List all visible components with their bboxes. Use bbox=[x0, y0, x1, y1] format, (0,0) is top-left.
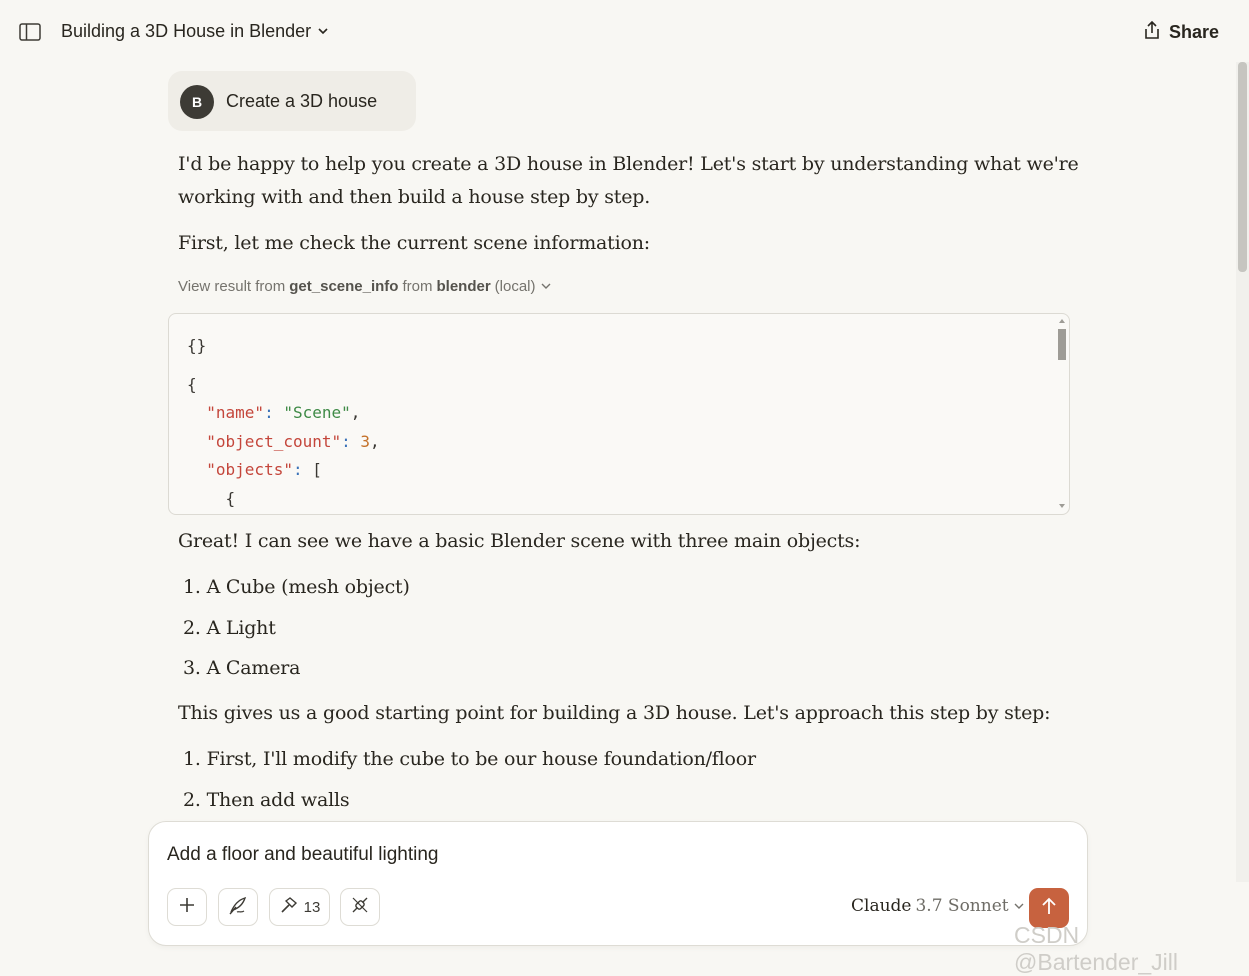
chevron-down-icon bbox=[540, 278, 552, 295]
user-message: B Create a 3D house bbox=[168, 71, 416, 131]
list-item: 2. A Light bbox=[183, 617, 276, 639]
model-version: 3.7 Sonnet bbox=[915, 896, 1009, 916]
assistant-approach-line: This gives us a good starting point for … bbox=[178, 702, 1051, 724]
chat-title: Building a 3D House in Blender bbox=[61, 21, 312, 41]
share-button[interactable]: Share bbox=[1143, 20, 1219, 45]
tool-result-prefix: View result from bbox=[178, 278, 286, 295]
tool-result-toggle[interactable]: View result from get_scene_info from ble… bbox=[178, 278, 552, 295]
code-scrollbar-thumb[interactable] bbox=[1058, 329, 1066, 360]
scroll-up-arrow-icon[interactable] bbox=[1058, 318, 1066, 324]
list-item: 1. A Cube (mesh object) bbox=[183, 576, 410, 598]
hammer-icon bbox=[279, 896, 299, 919]
page-scrollbar-thumb[interactable] bbox=[1238, 62, 1247, 272]
avatar: B bbox=[180, 85, 214, 119]
tool-server: blender bbox=[436, 278, 491, 295]
plug-icon bbox=[350, 895, 370, 920]
chevron-down-icon bbox=[1013, 896, 1025, 916]
top-bar: Building a 3D House in Blender Share bbox=[0, 0, 1249, 62]
page-scrollbar[interactable] bbox=[1236, 62, 1249, 882]
arrow-up-icon bbox=[1041, 897, 1057, 920]
code-scrollbar[interactable] bbox=[1055, 314, 1069, 514]
assistant-great-line: Great! I can see we have a basic Blender… bbox=[178, 530, 861, 552]
chat-title-dropdown[interactable]: Building a 3D House in Blender bbox=[61, 21, 329, 42]
model-name: Claude bbox=[851, 896, 912, 916]
message-input[interactable]: Add a floor and beautiful lighting bbox=[167, 844, 438, 866]
assistant-check-line: First, let me check the current scene in… bbox=[178, 232, 650, 254]
code-content: {} { "name": "Scene", "object_count": 3,… bbox=[187, 336, 380, 508]
model-selector[interactable]: Claude 3.7 Sonnet bbox=[851, 896, 1025, 916]
style-button[interactable] bbox=[218, 888, 258, 926]
tools-count: 13 bbox=[303, 898, 321, 916]
share-label: Share bbox=[1168, 22, 1219, 42]
quill-icon bbox=[228, 895, 248, 920]
plus-icon bbox=[179, 897, 195, 918]
tool-name: get_scene_info bbox=[289, 278, 399, 295]
list-item: 3. A Camera bbox=[183, 657, 301, 679]
tool-scope: (local) bbox=[494, 278, 536, 295]
watermark: CSDN @Bartender_Jill bbox=[1014, 922, 1178, 975]
user-message-text: Create a 3D house bbox=[226, 91, 378, 111]
scroll-down-arrow-icon[interactable] bbox=[1058, 503, 1066, 509]
tool-from: from bbox=[402, 278, 433, 295]
assistant-intro-line-1: I'd be happy to help you create a 3D hou… bbox=[178, 153, 1079, 175]
chevron-down-icon bbox=[317, 21, 329, 42]
message-composer: Add a floor and beautiful lighting 13 Cl… bbox=[148, 821, 1088, 946]
tools-button[interactable]: 13 bbox=[269, 888, 330, 926]
list-item: 1. First, I'll modify the cube to be our… bbox=[183, 748, 756, 770]
share-icon bbox=[1143, 20, 1161, 45]
sidebar-toggle-icon[interactable] bbox=[19, 22, 41, 42]
tool-result-code-block[interactable]: {} { "name": "Scene", "object_count": 3,… bbox=[168, 313, 1070, 515]
list-item: 2. Then add walls bbox=[183, 789, 350, 811]
integrations-button[interactable] bbox=[340, 888, 380, 926]
add-content-button[interactable] bbox=[167, 888, 207, 926]
assistant-intro-line-2: working with and then build a house step… bbox=[178, 186, 651, 208]
